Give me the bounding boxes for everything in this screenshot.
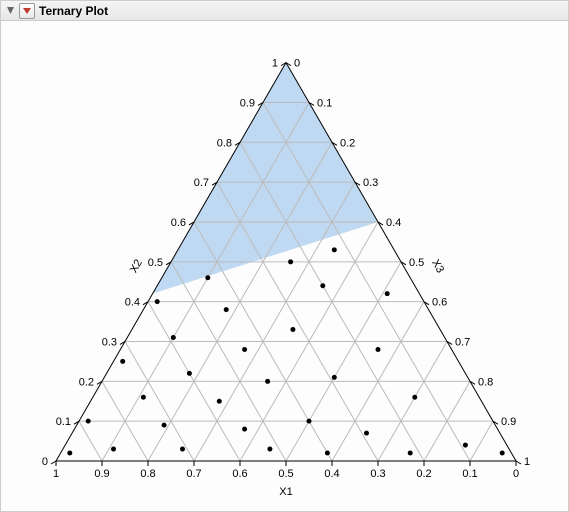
svg-text:1: 1 (53, 468, 59, 480)
data-point (180, 447, 185, 452)
svg-text:0.1: 0.1 (56, 416, 71, 428)
svg-text:0.4: 0.4 (386, 217, 401, 229)
svg-text:0.3: 0.3 (363, 177, 378, 189)
panel-title: Ternary Plot (39, 4, 108, 18)
data-point (288, 259, 293, 264)
svg-text:0.6: 0.6 (171, 217, 186, 229)
data-point (111, 447, 116, 452)
svg-text:0.7: 0.7 (186, 468, 201, 480)
svg-text:0.1: 0.1 (462, 468, 477, 480)
svg-text:0.9: 0.9 (94, 468, 109, 480)
data-point (385, 291, 390, 296)
svg-text:0.8: 0.8 (478, 376, 493, 388)
svg-text:1: 1 (524, 456, 530, 468)
svg-text:1: 1 (272, 58, 278, 70)
svg-text:0: 0 (42, 456, 48, 468)
axis-label-x2: X2 (128, 257, 145, 275)
svg-text:0.2: 0.2 (416, 468, 431, 480)
svg-text:0: 0 (294, 58, 300, 70)
svg-text:0.9: 0.9 (240, 97, 255, 109)
data-point (463, 443, 468, 448)
svg-text:0.8: 0.8 (217, 137, 232, 149)
axis-label-x3: X3 (429, 257, 446, 275)
data-point (412, 395, 417, 400)
svg-text:0.6: 0.6 (232, 468, 247, 480)
disclosure-triangle-icon[interactable] (5, 6, 15, 16)
data-point (224, 307, 229, 312)
data-point (290, 327, 295, 332)
data-point (162, 423, 167, 428)
data-point (217, 399, 222, 404)
data-point (86, 419, 91, 424)
data-point (307, 419, 312, 424)
data-point (67, 451, 72, 456)
svg-text:0.6: 0.6 (432, 297, 447, 309)
svg-text:0.1: 0.1 (317, 97, 332, 109)
svg-text:0.5: 0.5 (278, 468, 293, 480)
data-point (242, 427, 247, 432)
svg-text:0.4: 0.4 (125, 297, 140, 309)
svg-text:0.8: 0.8 (140, 468, 155, 480)
svg-text:0: 0 (513, 468, 519, 480)
svg-text:0.7: 0.7 (194, 177, 209, 189)
panel-header: Ternary Plot (1, 1, 568, 21)
data-point (332, 247, 337, 252)
svg-text:0.5: 0.5 (148, 257, 163, 269)
data-point (267, 447, 272, 452)
data-point (171, 335, 176, 340)
svg-text:0.4: 0.4 (324, 468, 339, 480)
svg-text:0.3: 0.3 (102, 336, 117, 348)
data-point (155, 299, 160, 304)
svg-text:0.2: 0.2 (340, 137, 355, 149)
data-point (364, 431, 369, 436)
ternary-plot-panel: Ternary Plot 1 0.9 0.8 0.7 0.6 0.5 0.4 0.3 0.2 0.… (0, 0, 569, 512)
data-point (376, 347, 381, 352)
axis-label-x1: X1 (279, 486, 292, 498)
svg-text:0.7: 0.7 (455, 336, 470, 348)
svg-text:0.3: 0.3 (370, 468, 385, 480)
data-point (242, 347, 247, 352)
data-point (187, 371, 192, 376)
data-point (408, 451, 413, 456)
ternary-plot-area[interactable]: 1 0.9 0.8 0.7 0.6 0.5 0.4 0.3 0.2 0.1 0 0 0.1 0.2 0.3 0… (1, 21, 568, 511)
data-point (120, 359, 125, 364)
data-point (141, 395, 146, 400)
data-point (500, 451, 505, 456)
svg-text:0.9: 0.9 (501, 416, 516, 428)
data-point (320, 283, 325, 288)
data-point (205, 275, 210, 280)
ternary-plot-menu-button[interactable] (19, 3, 35, 19)
svg-text:0.2: 0.2 (79, 376, 94, 388)
data-point (265, 379, 270, 384)
ternary-plot-svg: 1 0.9 0.8 0.7 0.6 0.5 0.4 0.3 0.2 0.1 0 0 0.1 0.2 0.3 0… (1, 21, 568, 511)
svg-text:0.5: 0.5 (409, 257, 424, 269)
data-point (325, 451, 330, 456)
data-point (332, 375, 337, 380)
